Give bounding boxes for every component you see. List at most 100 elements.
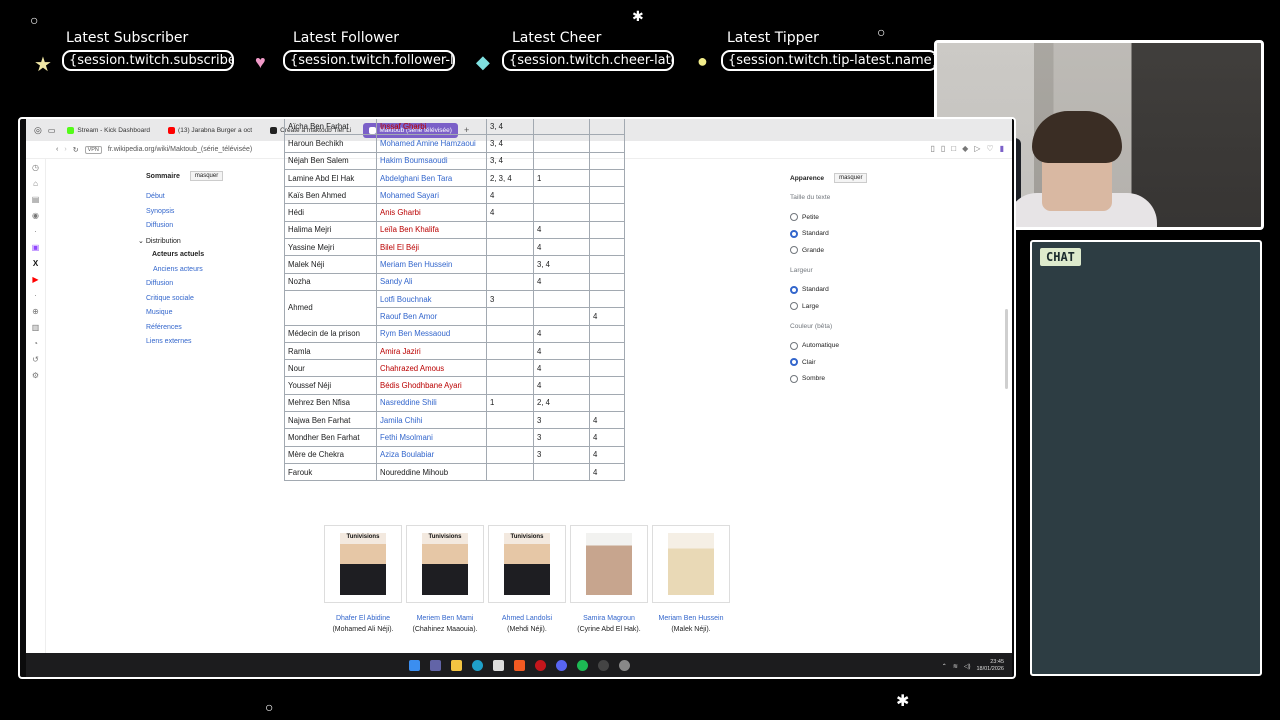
- twitch-icon[interactable]: ▣: [32, 243, 40, 252]
- back-icon[interactable]: ‹: [56, 146, 58, 153]
- magazine-cover-image[interactable]: [652, 525, 730, 603]
- forward-icon[interactable]: ›: [64, 146, 66, 153]
- toc-item-distribution[interactable]: ⌄ Distribution: [138, 237, 223, 252]
- radio-color-dark[interactable]: Sombre: [790, 371, 867, 388]
- actor-link[interactable]: Nasreddine Shili: [376, 393, 487, 413]
- actor-link[interactable]: Rym Ben Messaoud: [376, 324, 487, 343]
- wifi-icon[interactable]: ≋: [953, 663, 958, 670]
- gallery-caption-link[interactable]: Samira Magroun: [570, 615, 648, 622]
- file-explorer-icon[interactable]: [450, 659, 462, 671]
- radio-button[interactable]: [790, 246, 798, 255]
- actor-link[interactable]: Raouf Ben Amor: [376, 307, 487, 326]
- actor-link[interactable]: Jamila Chihi: [376, 411, 487, 430]
- teams-icon[interactable]: [429, 659, 441, 671]
- magazine-cover-image[interactable]: Tunivisions: [324, 525, 402, 603]
- radio-color-light[interactable]: Clair: [790, 354, 867, 371]
- actor-link[interactable]: Fethi Msolmani: [376, 428, 487, 447]
- store-icon[interactable]: [492, 659, 504, 671]
- actor-link[interactable]: Inssaf Gharbi: [376, 119, 487, 136]
- radio-button[interactable]: [790, 358, 798, 367]
- radio-width-large[interactable]: Large: [790, 298, 867, 315]
- actor-link[interactable]: Mohamed Amine Hamzaoui: [376, 134, 487, 153]
- opera-icon[interactable]: [534, 659, 546, 671]
- radio-standard[interactable]: Standard: [790, 226, 867, 243]
- gallery-caption-link[interactable]: Ahmed Landolsi: [488, 615, 566, 622]
- radio-large[interactable]: Grande: [790, 242, 867, 259]
- toc-item[interactable]: Diffusion: [146, 222, 223, 237]
- volume-icon[interactable]: ◁): [964, 663, 971, 670]
- chevron-down-icon[interactable]: ⌄: [138, 238, 146, 245]
- actor-link[interactable]: Anis Gharbi: [376, 203, 487, 222]
- magazine-cover-image[interactable]: Tunivisions: [406, 525, 484, 603]
- clock[interactable]: 23:45 18/01/2026: [976, 659, 1004, 673]
- toc-item[interactable]: Début: [146, 193, 223, 208]
- refresh-icon[interactable]: ↺: [32, 355, 39, 364]
- radio-button[interactable]: [790, 341, 798, 350]
- radio-width-standard[interactable]: Standard: [790, 282, 867, 299]
- gallery-caption-link[interactable]: Meriam Ben Hussein: [652, 615, 730, 622]
- youtube-icon[interactable]: ▶: [32, 275, 38, 284]
- settings-icon[interactable]: ⚙: [32, 371, 39, 380]
- actor-link[interactable]: Lotfi Bouchnak: [376, 289, 487, 309]
- actor-link[interactable]: Abdelghani Ben Tara: [376, 168, 487, 188]
- obs-icon[interactable]: [597, 659, 609, 671]
- actor-link[interactable]: Aziza Boulabiar: [376, 445, 487, 464]
- spotify-icon[interactable]: [576, 659, 588, 671]
- gallery-caption-link[interactable]: Meriem Ben Mami: [406, 615, 484, 622]
- scrollbar[interactable]: [1005, 309, 1008, 389]
- actor-link[interactable]: Amira Jaziri: [376, 341, 487, 361]
- actor-link[interactable]: Sandy Ali: [376, 272, 487, 291]
- edge-icon[interactable]: [471, 659, 483, 671]
- toc-item[interactable]: Diffusion: [146, 280, 223, 295]
- tab-youtube[interactable]: (13) Jarabna Burger a oct: [162, 123, 258, 138]
- settings-icon[interactable]: [618, 659, 630, 671]
- actor-link[interactable]: Bilel El Béji: [376, 238, 487, 257]
- history-icon[interactable]: ◷: [32, 163, 39, 172]
- clock-icon[interactable]: ◔: [33, 339, 38, 348]
- gallery-caption-link[interactable]: Dhafer El Abidine: [324, 615, 402, 622]
- toc-item[interactable]: Références: [146, 324, 223, 339]
- actor-link[interactable]: Leïla Ben Khalifa: [376, 220, 487, 240]
- vpn-badge[interactable]: VPN: [84, 145, 102, 154]
- radio-button[interactable]: [790, 302, 798, 311]
- toc-item-former[interactable]: Anciens acteurs: [146, 266, 223, 281]
- discord-icon[interactable]: [555, 659, 567, 671]
- toc-hide-button[interactable]: masquer: [189, 171, 224, 181]
- magazine-cover-image[interactable]: Tunivisions: [488, 525, 566, 603]
- actor-link[interactable]: Bédis Ghodhbane Ayari: [376, 376, 487, 395]
- messenger-icon[interactable]: ◉: [32, 211, 39, 220]
- toc-item-current[interactable]: Acteurs actuels: [146, 251, 223, 266]
- menu-icon[interactable]: ▮: [1000, 144, 1004, 153]
- radio-button[interactable]: [790, 229, 798, 238]
- radio-color-auto[interactable]: Automatique: [790, 338, 867, 355]
- radio-button[interactable]: [790, 374, 798, 383]
- bag-icon[interactable]: ▤: [32, 195, 40, 204]
- reload-icon[interactable]: ↻: [73, 146, 79, 154]
- shield-icon[interactable]: ◆: [962, 144, 968, 153]
- chevron-up-icon[interactable]: ⌃: [942, 663, 947, 670]
- toc-item[interactable]: Synopsis: [146, 208, 223, 223]
- brave-icon[interactable]: [513, 659, 525, 671]
- tab-kick-dashboard[interactable]: Stream - Kick Dashboard: [61, 123, 156, 138]
- bookmark-icon[interactable]: ▯: [941, 144, 945, 153]
- actor-link[interactable]: Chahrazed Amous: [376, 359, 487, 378]
- wallet-icon[interactable]: ▥: [32, 323, 40, 332]
- heart-icon[interactable]: ♡: [986, 144, 993, 153]
- actor-link[interactable]: Hakim Boumsaoudi: [376, 151, 487, 170]
- toc-item[interactable]: Liens externes: [146, 338, 223, 353]
- reader-icon[interactable]: ▯: [930, 144, 934, 153]
- appearance-hide-button[interactable]: masquer: [834, 173, 868, 183]
- radio-button[interactable]: [790, 213, 798, 222]
- add-icon[interactable]: ⊕: [32, 307, 39, 316]
- radio-button[interactable]: [790, 285, 798, 294]
- windows-start-icon[interactable]: [408, 659, 420, 671]
- play-icon[interactable]: ▷: [974, 144, 980, 153]
- actor-link[interactable]: Mohamed Sayari: [376, 186, 487, 205]
- x-icon[interactable]: X: [33, 259, 38, 268]
- actor-link[interactable]: Meriam Ben Hussein: [376, 255, 487, 274]
- toc-item[interactable]: Musique: [146, 309, 223, 324]
- translate-icon[interactable]: ⌂: [33, 179, 38, 188]
- screenshot-icon[interactable]: □: [951, 144, 956, 153]
- radio-small[interactable]: Petite: [790, 209, 867, 226]
- toc-item[interactable]: Critique sociale: [146, 295, 223, 310]
